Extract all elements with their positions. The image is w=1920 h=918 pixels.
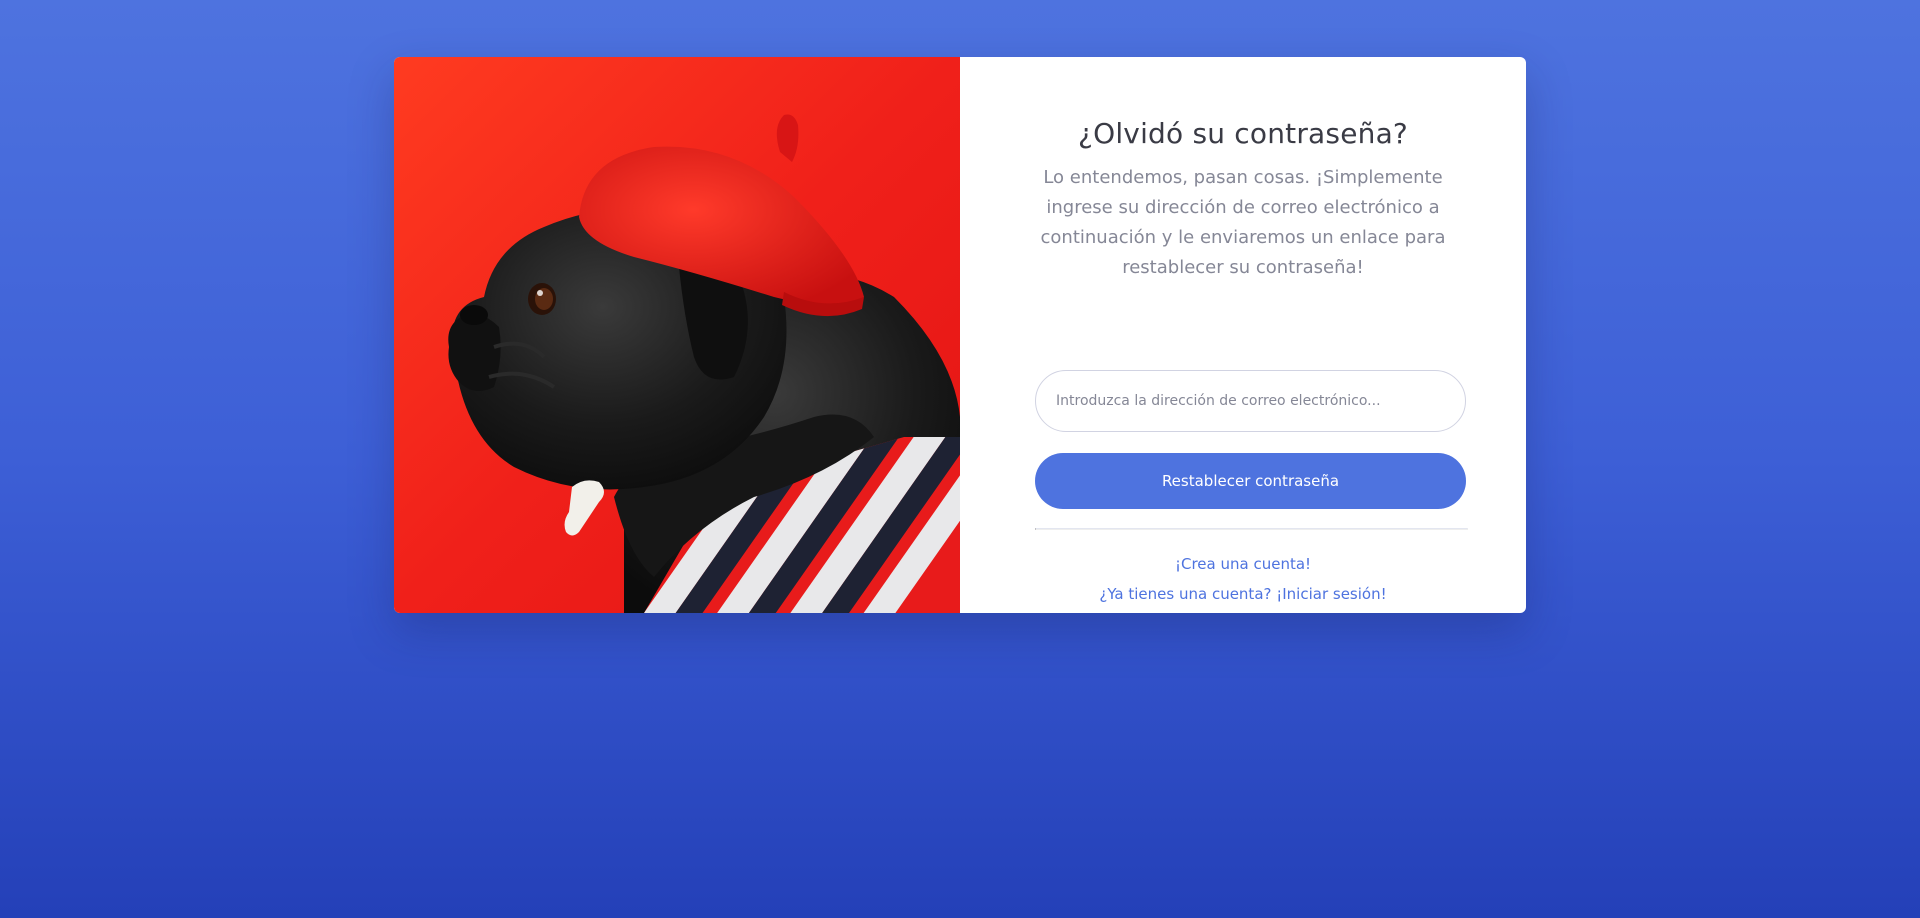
forgot-password-card: ¿Olvidó su contraseña? Lo entendemos, pa…	[394, 57, 1526, 613]
reset-password-button[interactable]: Restablecer contraseña	[1035, 453, 1466, 509]
page-title: ¿Olvidó su contraseña?	[1078, 117, 1408, 150]
email-input[interactable]	[1035, 370, 1466, 432]
login-link[interactable]: ¿Ya tienes una cuenta? ¡Iniciar sesión!	[960, 585, 1526, 603]
form-panel: ¿Olvidó su contraseña? Lo entendemos, pa…	[960, 57, 1526, 613]
hero-image	[394, 57, 960, 613]
divider	[1035, 528, 1468, 530]
create-account-link[interactable]: ¡Crea una cuenta!	[960, 555, 1526, 573]
pug-photo	[394, 57, 960, 613]
instructions-text: Lo entendemos, pasan cosas. ¡Simplemente…	[1040, 167, 1446, 278]
